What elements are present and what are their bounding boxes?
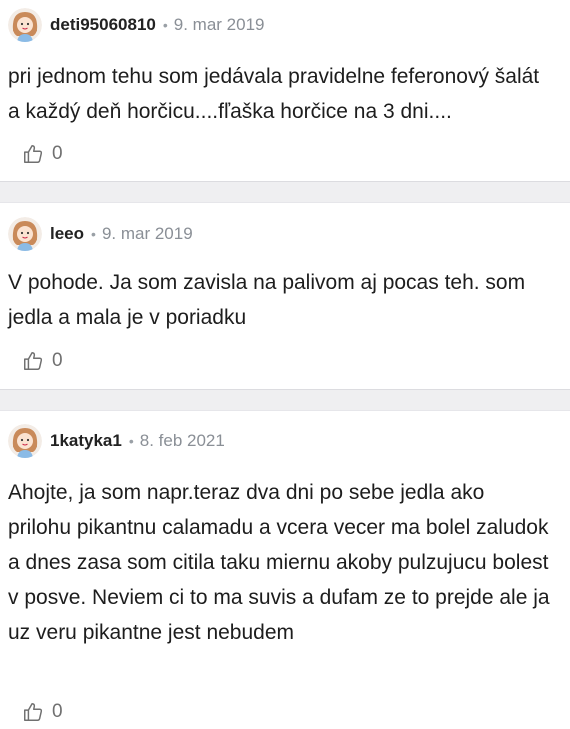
- meta-separator: •: [128, 433, 134, 449]
- like-button[interactable]: 0: [22, 141, 63, 167]
- thumbs-up-icon: [24, 352, 43, 370]
- meta-separator: •: [91, 226, 96, 242]
- avatar[interactable]: [8, 8, 42, 42]
- like-count: 0: [52, 701, 63, 722]
- comment-item: leeo • 9. mar 2019 V pohode. Ja som zavi…: [0, 203, 570, 389]
- like-button[interactable]: 0: [22, 348, 63, 374]
- like-button[interactable]: 0: [22, 699, 63, 725]
- comment-text: Ahojte, ja som napr.teraz dva dni po seb…: [8, 481, 550, 644]
- comment-date: 9. mar 2019: [173, 15, 265, 34]
- girl-avatar-icon: [8, 8, 42, 42]
- comment-divider: [0, 181, 570, 203]
- comment-item: 1katyka1 • 8. feb 2021 Ahojte, ja som na…: [0, 411, 570, 729]
- meta-separator: •: [162, 17, 168, 33]
- girl-avatar-icon: [8, 217, 42, 251]
- comment-meta: leeo • 9. mar 2019: [8, 214, 193, 254]
- comment-date: 8. feb 2021: [139, 431, 225, 450]
- thumbs-up-icon: [24, 703, 43, 721]
- comment-meta: 1katyka1 • 8. feb 2021: [8, 421, 225, 461]
- comment-author[interactable]: leeo: [50, 224, 84, 244]
- comment-meta: deti95060810 • 9. mar 2019: [8, 5, 265, 45]
- avatar[interactable]: [8, 424, 42, 458]
- comment-text: pri jednom tehu som jedávala pravidelne …: [8, 65, 540, 123]
- avatar[interactable]: [8, 217, 42, 251]
- girl-avatar-icon: [8, 424, 42, 458]
- comment-item: deti95060810 • 9. mar 2019 pri jednom te…: [0, 0, 570, 182]
- like-count: 0: [52, 143, 63, 164]
- comment-author[interactable]: deti95060810: [50, 15, 156, 35]
- comment-date: 9. mar 2019: [101, 224, 193, 243]
- comment-author[interactable]: 1katyka1: [50, 431, 122, 451]
- thumbs-up-icon: [24, 145, 43, 163]
- comment-text: V pohode. Ja som zavisla na palivom aj p…: [8, 271, 526, 329]
- like-count: 0: [52, 350, 63, 371]
- comment-divider: [0, 389, 570, 411]
